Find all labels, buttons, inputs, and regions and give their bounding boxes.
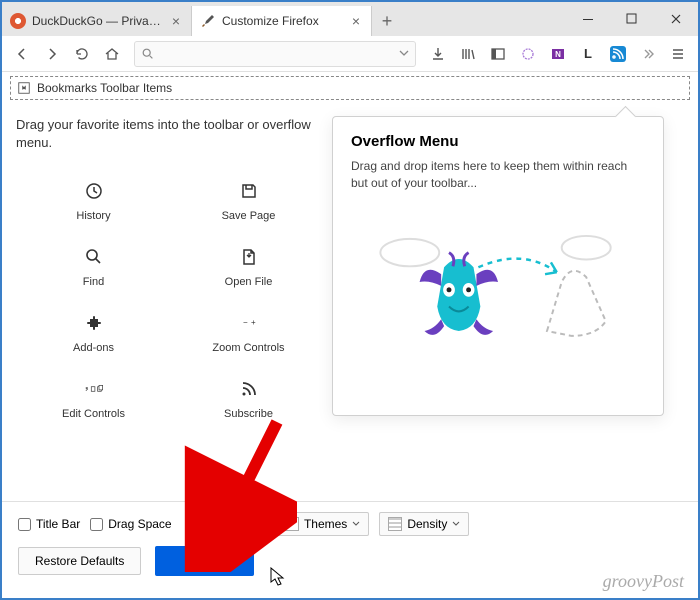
dragspace-checkbox[interactable]: Drag Space — [90, 517, 171, 531]
palette-item-open-file[interactable]: Open File — [171, 234, 326, 296]
lastpass-button[interactable]: L — [574, 40, 602, 68]
downloads-button[interactable] — [424, 40, 452, 68]
window-controls — [566, 2, 698, 36]
restore-defaults-button[interactable]: Restore Defaults — [18, 547, 141, 575]
overflow-description: Drag and drop items here to keep them wi… — [351, 158, 645, 192]
svg-text:−: − — [243, 318, 248, 327]
density-swatch-icon — [388, 517, 402, 531]
palette-item-edit-controls[interactable]: Edit Controls — [16, 366, 171, 428]
palette-item-save-page[interactable]: Save Page — [171, 168, 326, 230]
library-button[interactable] — [454, 40, 482, 68]
brush-icon — [200, 13, 216, 29]
edit-controls-icon — [84, 374, 104, 404]
palette-item-find[interactable]: Find — [16, 234, 171, 296]
svg-text:+: + — [251, 318, 256, 327]
close-icon[interactable]: × — [169, 14, 183, 28]
done-button[interactable]: Done — [155, 546, 254, 576]
save-page-icon — [239, 176, 259, 206]
url-bar[interactable] — [134, 41, 416, 67]
maximize-button[interactable] — [610, 2, 654, 36]
svg-text:N: N — [555, 50, 561, 59]
palette-item-addons[interactable]: Add-ons — [16, 300, 171, 362]
overflow-title: Overflow Menu — [351, 133, 645, 150]
addon-button[interactable] — [514, 40, 542, 68]
find-icon — [84, 242, 104, 272]
titlebar-checkbox[interactable]: Title Bar — [18, 517, 80, 531]
density-dropdown[interactable]: Density — [379, 512, 469, 536]
customize-main: Drag your favorite items into the toolba… — [2, 104, 698, 504]
overflow-panel[interactable]: Overflow Menu Drag and drop items here t… — [332, 116, 664, 416]
overflow-illustration — [351, 212, 645, 352]
home-button[interactable] — [98, 40, 126, 68]
menu-button[interactable] — [664, 40, 692, 68]
tab-customize-firefox[interactable]: Customize Firefox × — [192, 6, 372, 36]
bookmarks-toolbar-dropzone[interactable]: Bookmarks Toolbar Items — [10, 76, 690, 100]
zoom-controls-icon: −+ — [239, 308, 259, 338]
palette: History Save Page Find Open File Add-ons — [16, 168, 326, 428]
tab-duckduckgo[interactable]: DuckDuckGo — Privacy, simplified. × — [2, 6, 192, 36]
palette-item-zoom-controls[interactable]: −+ Zoom Controls — [171, 300, 326, 362]
palette-label: Open File — [225, 276, 273, 288]
mouse-cursor — [270, 567, 286, 587]
nav-toolbar: N L — [2, 36, 698, 72]
palette-label: Edit Controls — [62, 408, 125, 420]
titlebar-label: Title Bar — [36, 517, 80, 531]
theme-swatch-icon — [285, 517, 299, 531]
duckduckgo-icon — [10, 13, 26, 29]
back-button[interactable] — [8, 40, 36, 68]
minimize-button[interactable] — [566, 2, 610, 36]
palette-label: Add-ons — [73, 342, 114, 354]
palette-scroll[interactable]: History Save Page Find Open File Add-ons — [16, 168, 326, 478]
palette-item-history[interactable]: History — [16, 168, 171, 230]
instructions-text: Drag your favorite items into the toolba… — [16, 116, 326, 152]
onenote-button[interactable]: N — [544, 40, 572, 68]
customize-footer: Title Bar Drag Space bars Themes Density… — [2, 501, 698, 586]
tab-bar: DuckDuckGo — Privacy, simplified. × Cust… — [2, 2, 698, 36]
sidebar-button[interactable] — [484, 40, 512, 68]
tab-label: DuckDuckGo — Privacy, simplified. — [32, 14, 165, 28]
new-tab-button[interactable]: + — [372, 6, 402, 36]
overflow-button[interactable] — [634, 40, 662, 68]
bookmarks-toolbar-label: Bookmarks Toolbar Items — [37, 81, 172, 95]
close-icon[interactable]: × — [349, 14, 363, 28]
history-icon — [84, 176, 104, 206]
toolbars-dropdown[interactable]: bars — [212, 512, 266, 536]
reload-button[interactable] — [68, 40, 96, 68]
palette-label: Subscribe — [224, 408, 273, 420]
tab-label: Customize Firefox — [222, 14, 345, 28]
toolbars-label: bars — [221, 517, 244, 531]
palette-label: History — [76, 210, 110, 222]
rss-button[interactable] — [604, 40, 632, 68]
dragspace-label: Drag Space — [108, 517, 171, 531]
palette-label: Zoom Controls — [212, 342, 284, 354]
themes-label: Themes — [304, 517, 347, 531]
palette-label: Save Page — [222, 210, 276, 222]
themes-dropdown[interactable]: Themes — [276, 512, 369, 536]
search-icon — [141, 47, 155, 61]
palette-label: Find — [83, 276, 104, 288]
chevron-down-icon[interactable] — [399, 45, 409, 63]
bookmarks-icon — [17, 81, 31, 95]
palette-item-subscribe[interactable]: Subscribe — [171, 366, 326, 428]
open-file-icon — [239, 242, 259, 272]
close-window-button[interactable] — [654, 2, 698, 36]
density-label: Density — [407, 517, 447, 531]
watermark-text: groovyPost — [603, 571, 684, 592]
subscribe-icon — [239, 374, 259, 404]
addons-icon — [84, 308, 104, 338]
forward-button[interactable] — [38, 40, 66, 68]
